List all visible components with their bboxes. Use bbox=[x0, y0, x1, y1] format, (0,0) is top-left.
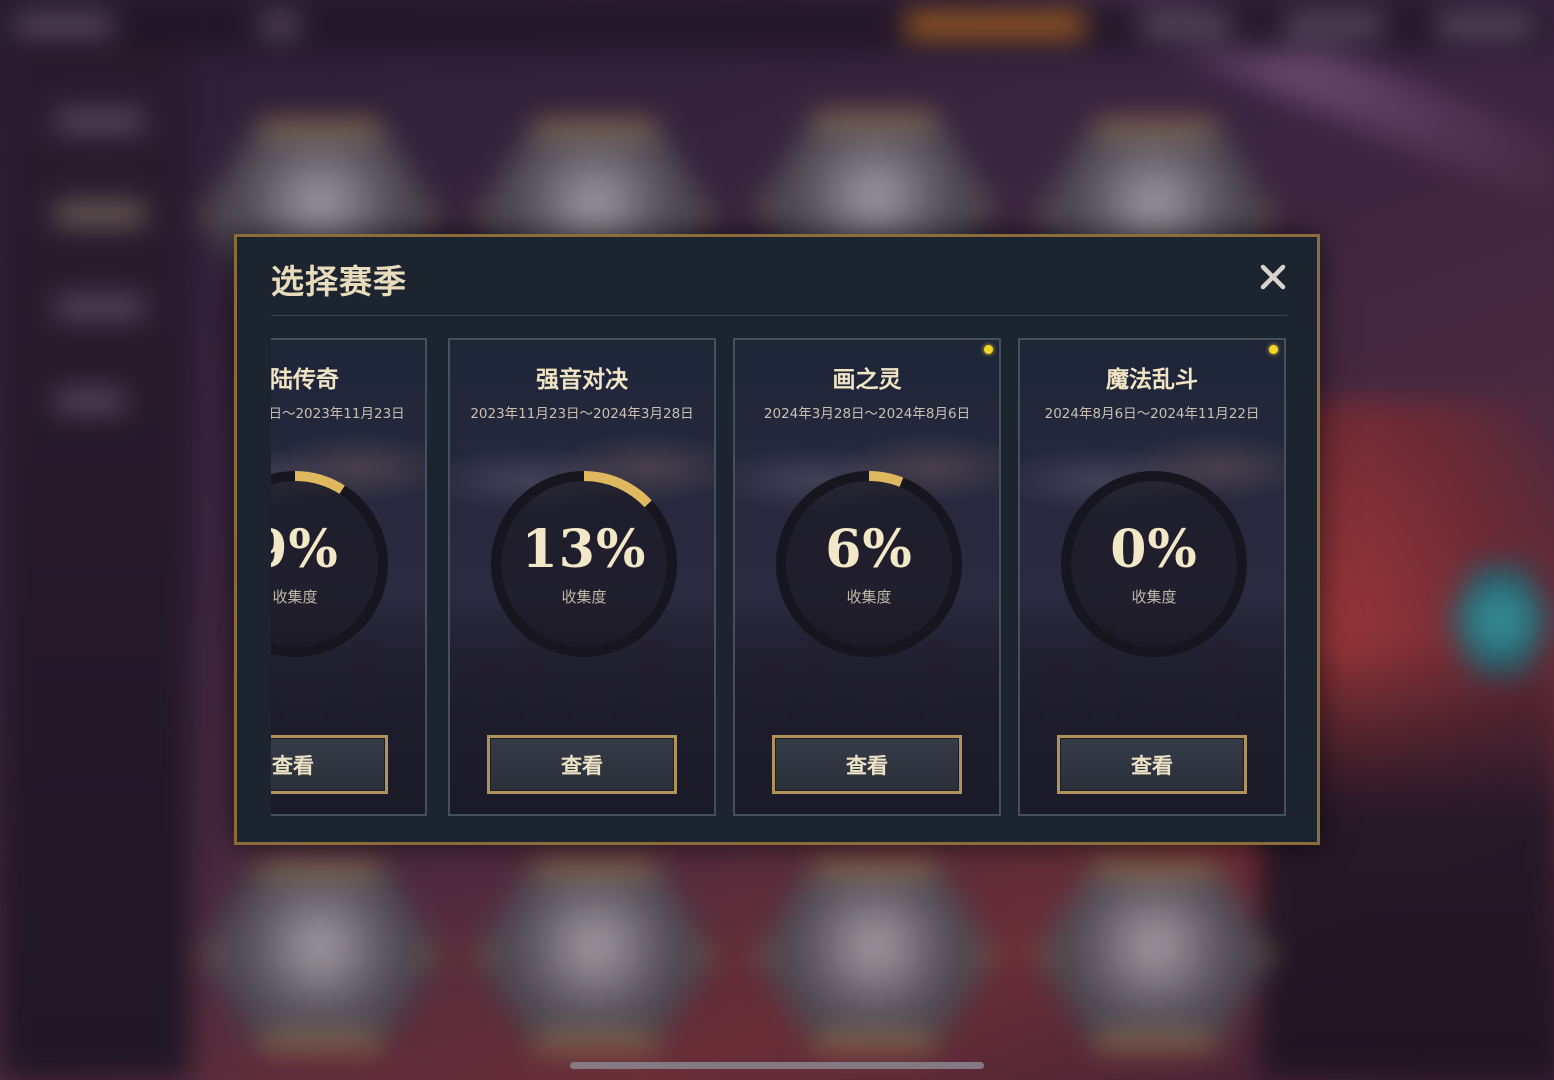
season-carousel[interactable]: 大陆传奇 2023年8月24日～2023年11月23日 9% 收集度 查看 强音… bbox=[271, 338, 1287, 818]
collection-label: 收集度 bbox=[561, 588, 607, 606]
view-button[interactable]: 查看 bbox=[271, 735, 388, 794]
season-name: 魔法乱斗 bbox=[1106, 367, 1198, 393]
background-nav-item bbox=[55, 110, 145, 132]
season-dates: 2024年3月28日～2024年8月6日 bbox=[763, 406, 971, 422]
home-indicator[interactable] bbox=[570, 1062, 984, 1069]
background-logo bbox=[14, 14, 114, 36]
collection-label: 收集度 bbox=[272, 588, 318, 606]
collection-percent: 6% bbox=[825, 519, 913, 580]
season-name: 强音对决 bbox=[536, 367, 628, 393]
season-dates: 2023年8月24日～2023年11月23日 bbox=[271, 406, 405, 422]
collection-progress-ring: 6% 收集度 bbox=[772, 467, 966, 661]
collection-percent: 0% bbox=[1110, 519, 1198, 580]
collection-progress-ring: 9% 收集度 bbox=[271, 467, 392, 661]
new-indicator-dot bbox=[1269, 345, 1278, 354]
season-card[interactable]: 大陆传奇 2023年8月24日～2023年11月23日 9% 收集度 查看 bbox=[271, 338, 427, 816]
collection-progress-ring: 13% 收集度 bbox=[487, 467, 681, 661]
new-indicator-dot bbox=[984, 345, 993, 354]
season-name: 画之灵 bbox=[832, 367, 902, 393]
season-card[interactable]: 画之灵 2024年3月28日～2024年8月6日 6% 收集度 查看 bbox=[733, 338, 1001, 816]
season-card[interactable]: 魔法乱斗 2024年8月6日～2024年11月22日 0% 收集度 查看 bbox=[1018, 338, 1286, 816]
season-dates: 2023年11月23日～2024年3月28日 bbox=[470, 406, 694, 422]
background-window-controls bbox=[1435, 14, 1535, 36]
collection-percent: 13% bbox=[521, 519, 647, 580]
background-nav-item bbox=[55, 203, 145, 225]
background-tile bbox=[755, 860, 995, 1050]
background-topbar bbox=[0, 0, 1554, 50]
background-currency bbox=[1140, 14, 1230, 36]
collection-label: 收集度 bbox=[846, 588, 892, 606]
background-currency bbox=[1285, 14, 1385, 36]
season-name: 大陆传奇 bbox=[271, 367, 339, 393]
title-divider bbox=[271, 315, 1287, 316]
close-button[interactable] bbox=[1255, 259, 1291, 295]
collection-percent: 9% bbox=[271, 519, 339, 580]
close-icon bbox=[1260, 264, 1286, 290]
background-nav-item bbox=[55, 296, 145, 318]
view-button[interactable]: 查看 bbox=[772, 735, 962, 794]
collection-label: 收集度 bbox=[1131, 588, 1177, 606]
background-sidebar bbox=[0, 0, 190, 1080]
season-dates: 2024年8月6日～2024年11月22日 bbox=[1044, 406, 1260, 422]
background-currency bbox=[905, 14, 1085, 36]
season-card[interactable]: 强音对决 2023年11月23日～2024年3月28日 13% 收集度 查看 bbox=[448, 338, 716, 816]
view-button[interactable]: 查看 bbox=[1057, 735, 1247, 794]
collection-progress-ring: 0% 收集度 bbox=[1057, 467, 1251, 661]
dialog-title: 选择赛季 bbox=[271, 262, 407, 301]
background-tile bbox=[475, 860, 715, 1050]
select-season-dialog: 选择赛季 大陆传奇 2023年8月24日～2023年11月23日 9% 收集度 … bbox=[234, 234, 1320, 845]
background-nav-item bbox=[55, 390, 125, 412]
view-button[interactable]: 查看 bbox=[487, 735, 677, 794]
background-tab bbox=[260, 14, 300, 36]
background-tile bbox=[200, 860, 440, 1050]
